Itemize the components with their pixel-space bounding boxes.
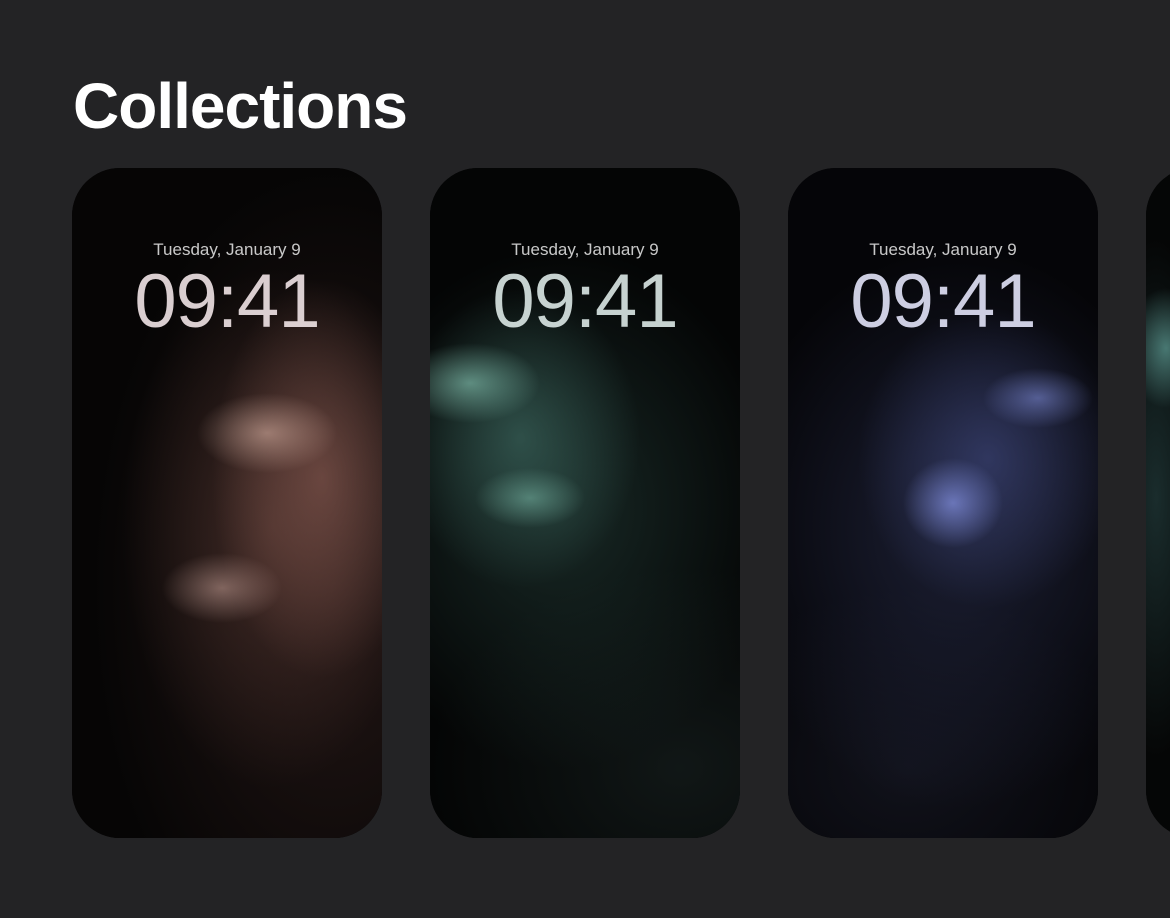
lockscreen-time: 09:41 [850,259,1036,344]
lockscreen-time: 09:41 [492,259,678,344]
wallpaper-card-partial[interactable] [1146,168,1170,838]
lockscreen-date: Tuesday, January 9 [511,240,659,259]
lockscreen-date: Tuesday, January 9 [153,240,301,259]
wallpaper-card-green[interactable]: Tuesday, January 9 09:41 [430,168,740,838]
wallpaper-preview-image [1146,168,1170,838]
wallpaper-card-copper[interactable]: Tuesday, January 9 09:41 [72,168,382,838]
collections-page: Collections Tuesday, January 9 09:41 Tue… [0,0,1170,918]
wallpaper-card-blue[interactable]: Tuesday, January 9 09:41 [788,168,1098,838]
lockscreen-date: Tuesday, January 9 [869,240,1017,259]
lockscreen-time: 09:41 [134,259,320,344]
page-title: Collections [73,70,408,142]
